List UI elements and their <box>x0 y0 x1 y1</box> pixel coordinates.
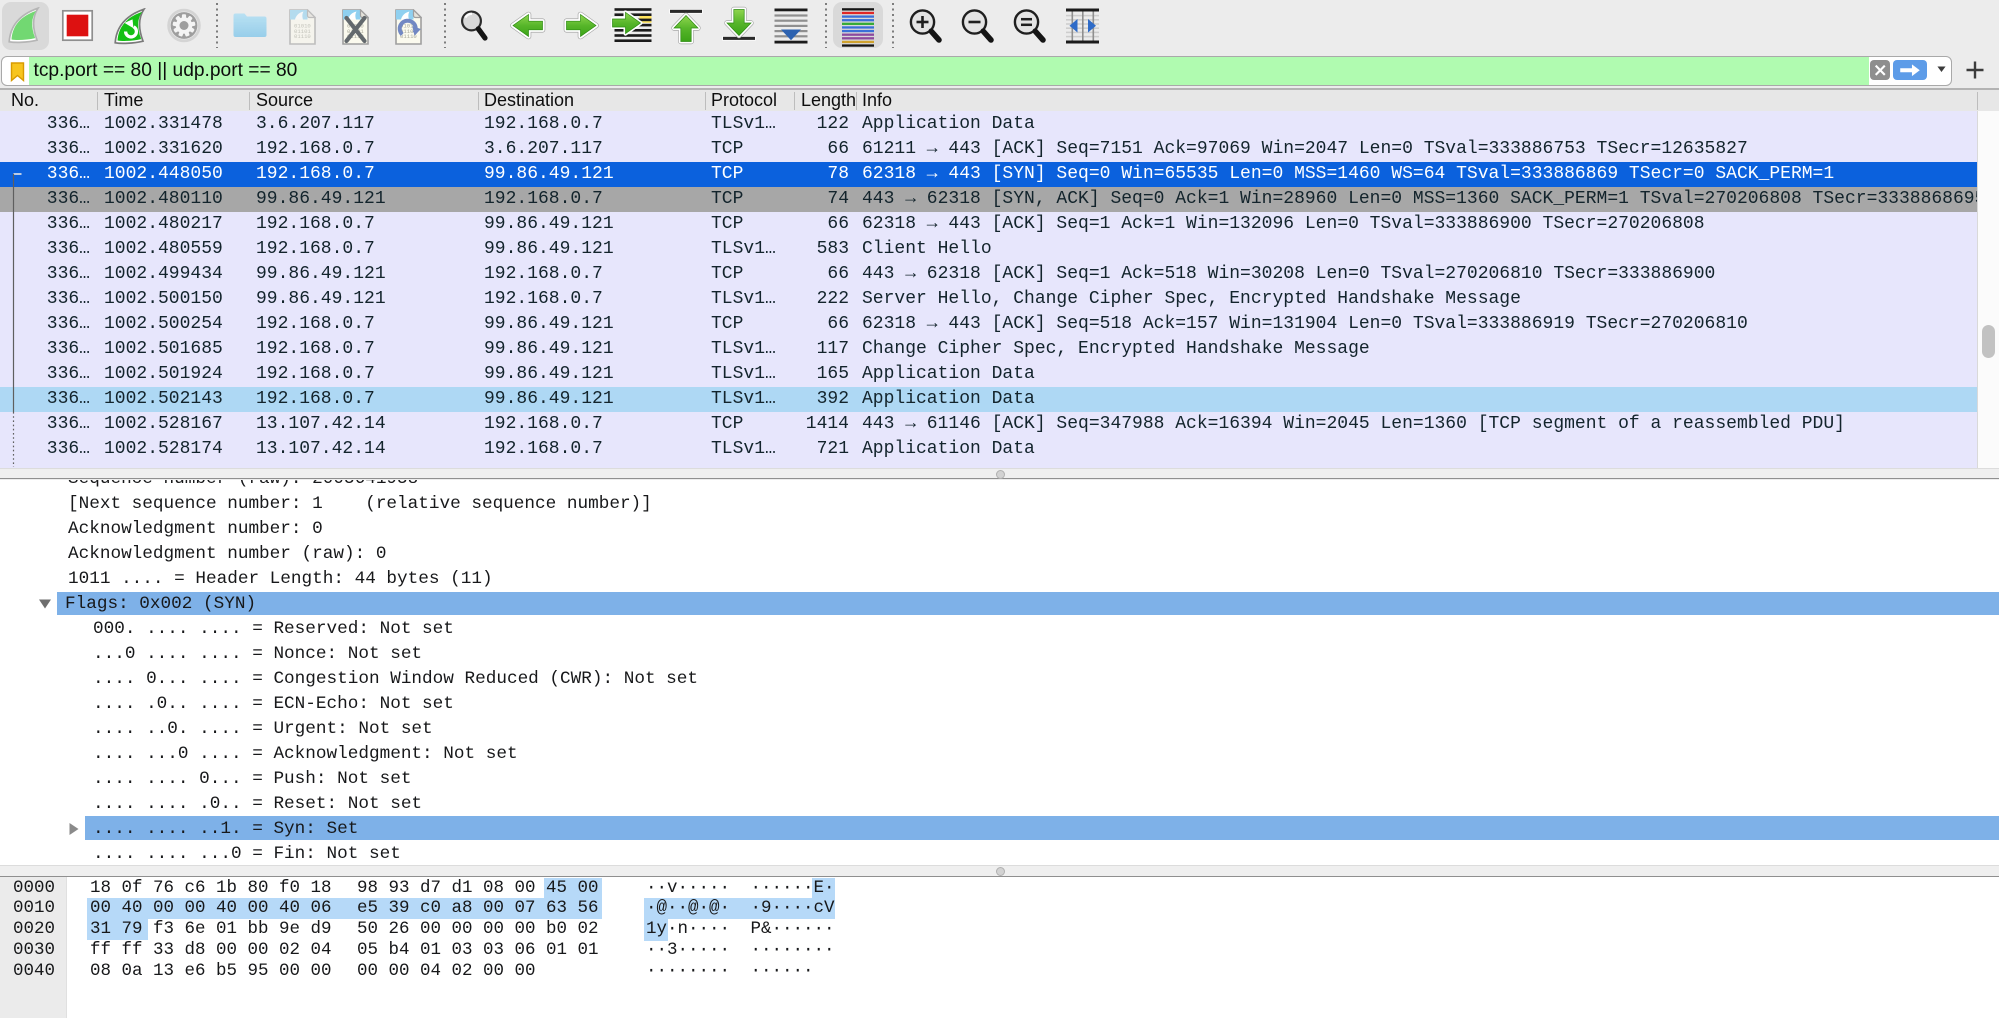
svg-text:01110: 01110 <box>294 33 311 40</box>
